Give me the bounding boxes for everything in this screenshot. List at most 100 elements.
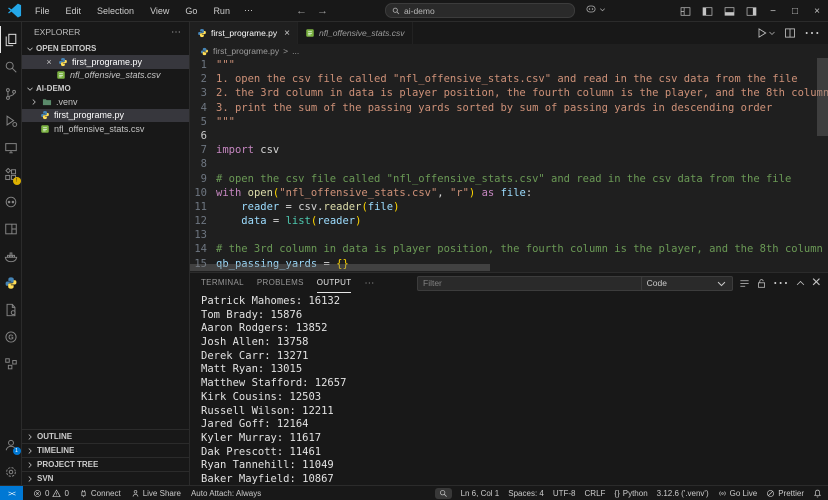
sidebar-section-timeline[interactable]: TIMELINE <box>22 443 189 457</box>
code-line-9[interactable]: 9 # open the csv file called "nfl_offensi… <box>190 172 828 186</box>
tree-item-first-programe[interactable]: first_programe.py <box>22 108 189 122</box>
activity-layouts[interactable] <box>0 215 22 242</box>
activity-source-control[interactable] <box>0 80 22 107</box>
vertical-scrollbar[interactable] <box>817 58 828 136</box>
clear-output-button[interactable] <box>739 278 750 289</box>
activity-gitlens[interactable]: G <box>0 323 22 350</box>
remote-indicator[interactable]: >< <box>0 486 23 500</box>
tab-nfl-csv[interactable]: nfl_offensive_stats.csv <box>298 22 413 44</box>
open-editor-first-programe[interactable]: × first_programe.py <box>22 55 189 69</box>
code-line-13[interactable]: 13 <box>190 228 828 242</box>
output-console[interactable]: Patrick Mahomes: 16132 Tom Brady: 15876 Aa… <box>190 293 828 487</box>
encoding[interactable]: UTF-8 <box>553 489 576 498</box>
editor-more-actions[interactable]: ⋯ <box>804 23 820 43</box>
code-line-12[interactable]: 12 data = list(reader) <box>190 214 828 228</box>
command-center-search[interactable]: ai-demo <box>385 3 575 18</box>
lock-scroll-button[interactable] <box>756 278 767 289</box>
split-editor-button[interactable] <box>784 27 796 39</box>
close-panel-button[interactable]: × <box>812 274 821 292</box>
live-share-button[interactable]: Live Share <box>131 489 181 498</box>
source-control-icon <box>5 87 16 100</box>
output-channel-select[interactable]: Code <box>640 275 733 291</box>
nav-back-icon[interactable]: ← <box>296 5 307 17</box>
output-filter-input[interactable] <box>417 275 647 291</box>
code-line-10[interactable]: 10 with open("nfl_offensive_stats.csv", "… <box>190 186 828 200</box>
auto-attach-button[interactable]: Auto Attach: Always <box>191 489 261 498</box>
activity-python[interactable] <box>0 269 22 296</box>
toggle-secondary-sidebar-icon[interactable] <box>740 0 762 22</box>
code-editor[interactable]: 1 """ 2 1. open the csv file called "nfl_of… <box>190 58 828 272</box>
search-value: ai-demo <box>404 5 435 16</box>
code-line-1[interactable]: 1 """ <box>190 58 828 72</box>
maximize-panel-button[interactable] <box>795 278 806 289</box>
notifications-button[interactable] <box>813 489 822 498</box>
screencast-zoom-button[interactable] <box>434 487 452 499</box>
sidebar-section-outline[interactable]: OUTLINE <box>22 429 189 443</box>
breadcrumb[interactable]: first_programe.py > ... <box>190 44 828 58</box>
activity-search[interactable] <box>0 53 22 80</box>
eol-sequence[interactable]: CRLF <box>585 489 606 498</box>
open-editors-header[interactable]: OPEN EDITORS <box>22 42 189 55</box>
connect-button[interactable]: Connect <box>79 489 121 498</box>
go-live-button[interactable]: Go Live <box>718 489 757 498</box>
workspace-header[interactable]: AI-DEMO <box>22 82 189 95</box>
sidebar-section-svn[interactable]: SVN <box>22 471 189 485</box>
close-button[interactable]: × <box>806 0 828 22</box>
code-line-14[interactable]: 14 # the 3rd column in data is player pos… <box>190 242 828 256</box>
activity-extensions[interactable]: ! <box>0 161 22 188</box>
copilot-menu[interactable] <box>585 3 606 15</box>
activity-explorer[interactable] <box>0 26 22 53</box>
panel-more-actions[interactable]: ⋯ <box>773 273 789 293</box>
menu-view[interactable]: View <box>143 4 176 18</box>
accounts-button[interactable]: 1 <box>0 431 22 458</box>
code-line-11[interactable]: 11 reader = csv.reader(file) <box>190 200 828 214</box>
activity-docker[interactable] <box>0 242 22 269</box>
panel-tab-terminal[interactable]: TERMINAL <box>201 273 244 293</box>
python-interpreter[interactable]: 3.12.6 ('.venv') <box>657 489 709 498</box>
prettier-status[interactable]: Prettier <box>766 489 804 498</box>
maximize-button[interactable]: □ <box>784 0 806 22</box>
output-line: Kirk Cousins: 12503 <box>201 390 322 403</box>
activity-testing[interactable] <box>0 296 22 323</box>
open-editor-nfl-csv[interactable]: nfl_offensive_stats.csv <box>22 69 189 83</box>
customize-layout-icon[interactable] <box>674 0 696 22</box>
toggle-sidebar-icon[interactable] <box>696 0 718 22</box>
language-mode[interactable]: {} Python <box>614 489 647 498</box>
minimize-button[interactable]: − <box>762 0 784 22</box>
code-line-6[interactable]: 6 <box>190 129 828 143</box>
settings-button[interactable] <box>0 458 22 485</box>
code-line-4[interactable]: 4 3. print the sum of the passing yards s… <box>190 101 828 115</box>
panel-tab-output[interactable]: OUTPUT <box>316 273 352 293</box>
code-line-2[interactable]: 2 1. open the csv file called "nfl_offens… <box>190 72 828 86</box>
activity-snippets[interactable] <box>0 350 22 377</box>
activity-copilot-chat[interactable] <box>0 188 22 215</box>
tree-item-venv[interactable]: .venv <box>22 95 189 109</box>
menu-edit[interactable]: Edit <box>59 4 89 18</box>
close-editor-icon[interactable]: × <box>44 57 54 67</box>
menu-run[interactable]: Run <box>206 4 237 18</box>
code-line-5[interactable]: 5 """ <box>190 115 828 129</box>
sidebar-section-project-tree[interactable]: PROJECT TREE <box>22 457 189 471</box>
menu-go[interactable]: Go <box>178 4 204 18</box>
indentation[interactable]: Spaces: 4 <box>508 489 544 498</box>
cursor-position[interactable]: Ln 6, Col 1 <box>461 489 500 498</box>
panel-tabs-more[interactable]: ⋯ <box>364 278 374 289</box>
menu-selection[interactable]: Selection <box>90 4 141 18</box>
panel-tab-problems[interactable]: PROBLEMS <box>257 273 304 293</box>
code-line-8[interactable]: 8 <box>190 157 828 171</box>
tab-close-icon[interactable]: × <box>284 28 290 39</box>
problems-indicator[interactable]: 0 0 <box>33 489 69 498</box>
activity-run-debug[interactable] <box>0 107 22 134</box>
activity-remote-explorer[interactable] <box>0 134 22 161</box>
code-line-3[interactable]: 3 2. the 3rd column in data is player pos… <box>190 86 828 100</box>
tab-first-programe[interactable]: first_programe.py × <box>190 22 298 44</box>
explorer-more-actions[interactable]: ⋯ <box>171 27 181 38</box>
menu-more[interactable]: ⋯ <box>237 3 260 18</box>
toggle-panel-icon[interactable] <box>718 0 740 22</box>
nav-forward-icon[interactable]: → <box>317 5 328 17</box>
menu-file[interactable]: File <box>28 4 57 18</box>
tree-item-nfl-csv[interactable]: nfl_offensive_stats.csv <box>22 122 189 136</box>
run-python-button[interactable] <box>756 27 776 39</box>
code-line-7[interactable]: 7 import csv <box>190 143 828 157</box>
horizontal-scrollbar[interactable] <box>190 264 490 271</box>
